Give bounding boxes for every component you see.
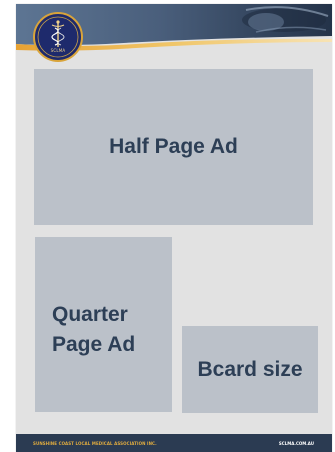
caduceus-icon (37, 16, 79, 58)
logo-text: SCLMA (50, 48, 66, 53)
business-card-ad-placeholder: Bcard size (182, 326, 318, 413)
ad-layout-page: SCLMA Half Page Ad Quarter Page Ad Bcard… (16, 4, 332, 452)
half-page-ad-label: Half Page Ad (109, 135, 238, 158)
footer-website-link[interactable]: SCLMA.COM.AU (279, 441, 314, 446)
half-page-ad-placeholder: Half Page Ad (34, 69, 313, 225)
association-logo: SCLMA (33, 12, 83, 62)
business-card-ad-label: Bcard size (197, 357, 303, 381)
quarter-page-ad-label: Quarter Page Ad (52, 303, 136, 356)
page-footer: SUNSHINE COAST LOCAL MEDICAL ASSOCIATION… (16, 434, 332, 452)
quarter-page-ad-placeholder: Quarter Page Ad (35, 237, 172, 412)
footer-organization-name: SUNSHINE COAST LOCAL MEDICAL ASSOCIATION… (33, 441, 157, 446)
